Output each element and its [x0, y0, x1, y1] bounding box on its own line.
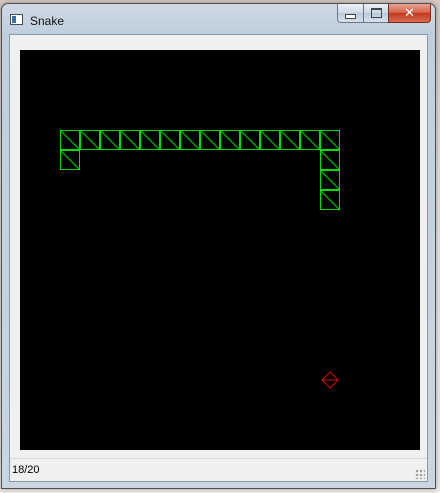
title-bar[interactable]: Snake ✕ — [2, 4, 435, 34]
snake-segment — [200, 130, 220, 150]
snake-segment — [320, 150, 340, 170]
snake-segment — [300, 130, 320, 150]
close-icon: ✕ — [404, 5, 415, 21]
app-window: Snake ✕ 18/20 — [1, 3, 436, 489]
snake-segment — [140, 130, 160, 150]
snake-segment — [100, 130, 120, 150]
minimize-icon — [345, 13, 356, 19]
snake-segment — [220, 130, 240, 150]
maximize-button[interactable] — [363, 4, 388, 23]
size-grip[interactable] — [415, 469, 425, 479]
snake-segment — [80, 130, 100, 150]
client-area: 18/20 — [9, 34, 428, 482]
snake-head — [320, 190, 340, 210]
window-title: Snake — [30, 14, 65, 28]
snake-segment — [60, 130, 80, 150]
snake-segment — [160, 130, 180, 150]
game-board[interactable] — [20, 50, 420, 450]
snake-segment — [260, 130, 280, 150]
maximize-icon — [370, 8, 382, 18]
status-bar: 18/20 — [10, 458, 427, 481]
snake-segment — [240, 130, 260, 150]
caption-buttons: ✕ — [337, 4, 431, 24]
food-item — [321, 371, 339, 389]
snake-segment — [60, 150, 80, 170]
minimize-button[interactable] — [337, 4, 363, 23]
snake-segment — [320, 130, 340, 150]
score-text: 18/20 — [12, 464, 40, 476]
snake-segment — [320, 170, 340, 190]
snake-segment — [180, 130, 200, 150]
close-button[interactable]: ✕ — [388, 4, 431, 23]
snake-segment — [280, 130, 300, 150]
app-icon[interactable] — [10, 14, 23, 25]
snake-segment — [120, 130, 140, 150]
